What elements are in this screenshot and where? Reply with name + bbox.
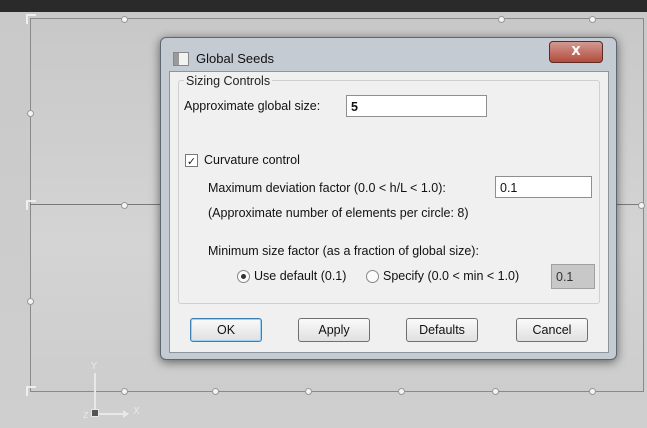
seed-marker — [589, 16, 596, 23]
seed-marker — [27, 298, 34, 305]
global-size-input[interactable]: 5 — [346, 95, 487, 117]
dialog-content: Sizing Controls Approximate global size:… — [169, 71, 609, 353]
dialog-titlebar[interactable]: Global Seeds X — [161, 38, 616, 72]
use-default-radio[interactable] — [237, 270, 250, 283]
global-seeds-dialog[interactable]: Global Seeds X Sizing Controls Approxima… — [160, 37, 617, 360]
x-axis-label: X — [133, 406, 140, 417]
specify-label: Specify (0.0 < min < 1.0) — [383, 269, 520, 283]
corner-marker — [26, 200, 36, 210]
corner-marker — [26, 386, 36, 396]
y-axis-label: Y — [91, 361, 98, 372]
z-axis-label: Z — [83, 411, 89, 420]
seed-marker — [638, 202, 645, 209]
elements-per-circle-note: (Approximate number of elements per circ… — [208, 206, 469, 220]
ok-button[interactable]: OK — [190, 318, 262, 342]
group-title: Sizing Controls — [184, 74, 273, 88]
x-axis-line — [95, 413, 125, 415]
seed-marker — [498, 16, 505, 23]
specify-min-size-input[interactable]: 0.1 — [551, 264, 595, 289]
cancel-button[interactable]: Cancel — [516, 318, 588, 342]
seed-marker — [398, 388, 405, 395]
close-button[interactable]: X — [549, 41, 603, 63]
window-icon — [173, 52, 189, 66]
deviation-factor-input[interactable]: 0.1 — [495, 176, 592, 198]
curvature-control-checkbox[interactable]: ✓ — [185, 154, 198, 168]
dialog-title: Global Seeds — [196, 51, 275, 66]
curvature-control-label: Curvature control — [204, 153, 300, 167]
x-axis-arrow-icon — [123, 410, 129, 418]
axis-triad: Y X Z — [83, 361, 155, 420]
defaults-button[interactable]: Defaults — [406, 318, 478, 342]
seed-marker — [27, 110, 34, 117]
seed-marker — [121, 202, 128, 209]
seed-marker — [305, 388, 312, 395]
deviation-factor-label: Maximum deviation factor (0.0 < h/L < 1.… — [208, 181, 446, 195]
z-axis-marker — [91, 409, 99, 417]
global-size-label: Approximate global size: — [184, 99, 321, 113]
apply-button[interactable]: Apply — [298, 318, 370, 342]
seed-marker — [492, 388, 499, 395]
min-size-factor-label: Minimum size factor (as a fraction of gl… — [208, 244, 479, 258]
specify-radio[interactable] — [366, 270, 379, 283]
seed-marker — [212, 388, 219, 395]
corner-marker — [26, 14, 36, 24]
seed-marker — [121, 16, 128, 23]
seed-marker — [589, 388, 596, 395]
use-default-label: Use default (0.1) — [254, 269, 347, 283]
